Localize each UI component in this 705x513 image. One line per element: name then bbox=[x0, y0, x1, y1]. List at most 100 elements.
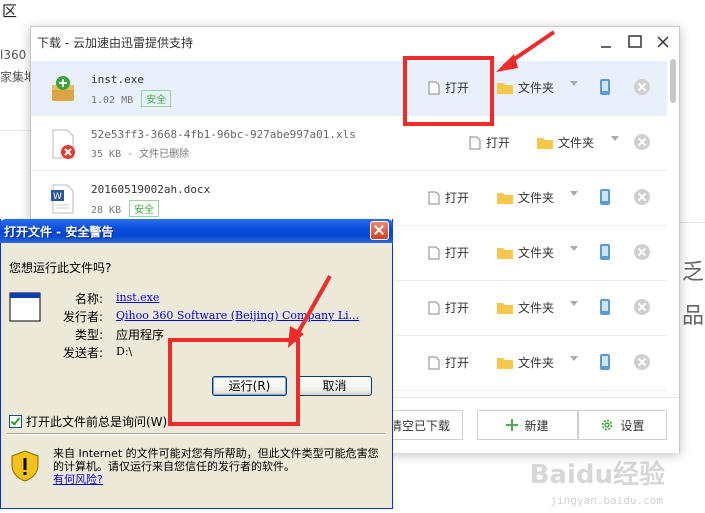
open-label: 打开 bbox=[445, 356, 470, 370]
settings-label: 设置 bbox=[620, 418, 645, 433]
new-download-label: 新建 bbox=[524, 418, 549, 433]
scrollbar-thumb[interactable] bbox=[670, 59, 676, 103]
warning-text: 来自 Internet 的文件可能对您有所帮助，但此文件类型可能危害您的计算机。… bbox=[53, 447, 379, 473]
dialog-close-button[interactable] bbox=[370, 221, 389, 240]
download-window-title: 下载 - 云加速由迅雷提供支持 bbox=[37, 36, 193, 50]
safe-badge: 安全 bbox=[129, 200, 160, 217]
download-list-scrollbar[interactable] bbox=[669, 57, 677, 397]
open-folder-button[interactable]: 文件夹 bbox=[497, 354, 554, 371]
open-folder-button[interactable]: 文件夹 bbox=[497, 244, 554, 261]
background-divider bbox=[678, 222, 705, 223]
open-folder-button[interactable]: 文件夹 bbox=[497, 189, 554, 206]
application-window-icon bbox=[9, 292, 41, 322]
phone-icon[interactable] bbox=[599, 243, 611, 261]
remove-item-button[interactable] bbox=[634, 189, 650, 205]
remove-item-button[interactable] bbox=[634, 299, 650, 315]
open-file-button[interactable]: 打开 bbox=[428, 189, 469, 206]
file-name: 20160519002ah.docx bbox=[91, 183, 211, 196]
chevron-down-icon[interactable] bbox=[570, 356, 578, 361]
close-window-button[interactable] bbox=[653, 32, 673, 52]
open-file-button[interactable]: 打开 bbox=[428, 354, 469, 371]
remove-item-button[interactable] bbox=[634, 134, 650, 150]
file-size: 35 KB bbox=[91, 149, 122, 160]
folder-label: 文件夹 bbox=[518, 301, 555, 315]
svg-text:W: W bbox=[53, 192, 62, 202]
folder-icon bbox=[497, 303, 513, 314]
background-text-fragment: 区 bbox=[2, 2, 18, 20]
from-label: 发送者: bbox=[62, 346, 103, 360]
open-file-button[interactable]: 打开 bbox=[428, 299, 469, 316]
security-dialog-title: 打开文件 - 安全警告 bbox=[4, 225, 114, 239]
download-window-titlebar[interactable]: 下载 - 云加速由迅雷提供支持 bbox=[31, 27, 679, 57]
chevron-down-icon[interactable] bbox=[570, 191, 578, 196]
new-download-button[interactable]: 新建 bbox=[477, 410, 578, 440]
phone-icon[interactable] bbox=[599, 188, 611, 206]
download-row[interactable]: 52e53ff3-3668-4fb1-96bc-927abe997a01.xls… bbox=[31, 116, 667, 171]
file-meta: 28 KB 安全 bbox=[91, 200, 160, 217]
document-icon bbox=[428, 246, 440, 259]
deleted-file-icon bbox=[52, 129, 75, 159]
open-file-button[interactable]: 打开 bbox=[428, 244, 469, 261]
word-document-icon: W bbox=[51, 184, 74, 214]
folder-icon bbox=[497, 248, 513, 259]
chevron-down-icon[interactable] bbox=[570, 81, 578, 86]
settings-button[interactable]: 设置 bbox=[578, 410, 667, 440]
remove-item-button[interactable] bbox=[634, 354, 650, 370]
security-dialog-titlebar[interactable]: 打开文件 - 安全警告 bbox=[0, 219, 393, 243]
remove-item-button[interactable] bbox=[634, 244, 650, 260]
cancel-button[interactable]: 取消 bbox=[297, 376, 372, 396]
maximize-button[interactable] bbox=[625, 32, 645, 52]
file-size: 28 KB bbox=[91, 205, 122, 216]
open-label: 打开 bbox=[445, 191, 470, 205]
phone-icon[interactable] bbox=[599, 298, 611, 316]
background-divider bbox=[0, 130, 30, 131]
minimize-button[interactable] bbox=[596, 32, 616, 52]
close-icon bbox=[657, 36, 669, 48]
phone-icon[interactable] bbox=[599, 78, 611, 96]
open-file-button[interactable]: 打开 bbox=[428, 79, 469, 96]
file-name-link[interactable]: inst.exe bbox=[116, 291, 159, 304]
open-folder-button[interactable]: 文件夹 bbox=[497, 299, 554, 316]
folder-label: 文件夹 bbox=[558, 136, 595, 150]
download-row[interactable]: inst.exe 1.02 MB 安全 打开 文件夹 bbox=[31, 61, 667, 116]
safe-badge: 安全 bbox=[141, 90, 172, 107]
file-status: - 文件已删除 bbox=[127, 149, 190, 160]
from-value: D:\ bbox=[116, 345, 133, 358]
remove-item-button[interactable] bbox=[634, 79, 650, 95]
warning-message: 来自 Internet 的文件可能对您有所帮助，但此文件类型可能危害您的计算机。… bbox=[53, 447, 383, 486]
name-label: 名称: bbox=[74, 292, 103, 306]
open-folder-button[interactable]: 文件夹 bbox=[497, 79, 554, 96]
background-text-fragment: 品 bbox=[682, 304, 705, 329]
clear-downloaded-label: 清空已下载 bbox=[389, 418, 450, 433]
open-label: 打开 bbox=[445, 301, 470, 315]
run-button[interactable]: 运行(R) bbox=[212, 376, 287, 396]
open-label: 打开 bbox=[445, 246, 470, 260]
document-icon bbox=[428, 356, 440, 369]
document-icon bbox=[428, 191, 440, 204]
minimize-icon bbox=[601, 46, 611, 48]
file-meta: 35 KB - 文件已删除 bbox=[91, 145, 189, 160]
open-folder-button[interactable]: 文件夹 bbox=[537, 134, 594, 151]
always-ask-option[interactable]: 打开此文件前总是询问(W) bbox=[9, 413, 167, 430]
document-icon bbox=[428, 81, 440, 94]
open-file-button[interactable]: 打开 bbox=[469, 134, 510, 151]
maximize-icon bbox=[628, 35, 642, 48]
security-warning-dialog: 打开文件 - 安全警告 您想运行此文件吗? 名称: inst.exe 发行者: … bbox=[0, 219, 393, 509]
file-size: 1.02 MB bbox=[91, 95, 134, 106]
risk-link[interactable]: 有何风险? bbox=[53, 473, 103, 486]
warning-shield-icon bbox=[11, 450, 39, 482]
phone-icon[interactable] bbox=[599, 353, 611, 371]
file-name: 52e53ff3-3668-4fb1-96bc-927abe997a01.xls bbox=[91, 128, 356, 141]
document-icon bbox=[428, 301, 440, 314]
installer-package-icon bbox=[52, 76, 74, 101]
publisher-link[interactable]: Qihoo 360 Software (Beijing) Company Li.… bbox=[116, 309, 359, 322]
download-row[interactable]: W 20160519002ah.docx 28 KB 安全 打开 文件夹 bbox=[31, 171, 667, 226]
chevron-down-icon[interactable] bbox=[611, 136, 619, 141]
chevron-down-icon[interactable] bbox=[570, 301, 578, 306]
type-value: 应用程序 bbox=[116, 328, 165, 342]
background-page-header bbox=[0, 0, 705, 24]
always-ask-checkbox[interactable] bbox=[9, 415, 22, 428]
folder-label: 文件夹 bbox=[518, 81, 555, 95]
run-question: 您想运行此文件吗? bbox=[9, 261, 112, 275]
chevron-down-icon[interactable] bbox=[570, 246, 578, 251]
